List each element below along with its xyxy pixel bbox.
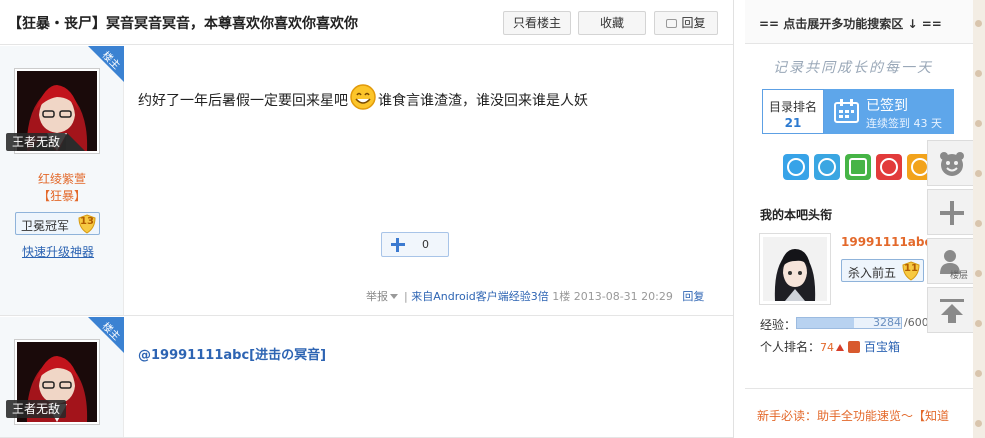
personal-rank: 个人排名：74 百宝箱 bbox=[760, 338, 900, 355]
post-reply-link[interactable]: 回复 bbox=[682, 290, 704, 303]
personal-rank-number: 74 bbox=[820, 341, 835, 354]
divider bbox=[745, 388, 973, 389]
directory-rank-label: 目录排名 bbox=[768, 100, 817, 114]
exp-value: 3284 bbox=[873, 316, 901, 329]
floating-toolbar: 楼层 bbox=[927, 140, 977, 335]
emoji-button[interactable] bbox=[927, 140, 975, 186]
thread-titlebar: 【狂暴・丧尸】冥音冥音冥音，本尊喜欢你喜欢你喜欢你 只看楼主 收藏 回复 bbox=[0, 0, 733, 45]
post-content: @19991111abc[进击の冥音] bbox=[138, 348, 327, 363]
directory-rank-value: 21 bbox=[784, 116, 802, 130]
my-forum-title-heading: 我的本吧头衔 bbox=[760, 208, 833, 222]
member-title: 红绫紫萱 bbox=[37, 172, 86, 186]
favorite-button[interactable]: 收藏 bbox=[578, 11, 646, 35]
signed-days: 连续签到 43 天 bbox=[866, 117, 942, 130]
like-button[interactable]: 0 bbox=[381, 232, 449, 257]
post-author-panel: 王者无敌 楼主 红绫紫萱 【狂暴】 卫冕冠军 13 快速升级神器 bbox=[0, 46, 124, 315]
chevron-down-icon bbox=[390, 294, 398, 299]
star-app-icon[interactable] bbox=[876, 154, 902, 180]
post-text-part1: 约好了一年后暑假一定要回来星吧 bbox=[138, 93, 348, 109]
my-level-number: 11 bbox=[904, 263, 918, 274]
slogan: 记录共同成长的每一天 bbox=[773, 60, 933, 76]
calendar-icon bbox=[834, 99, 859, 123]
like-count: 0 bbox=[422, 238, 429, 251]
signed-label: 已签到 bbox=[866, 98, 908, 114]
post-text-part2: 谁食言谁渣渣，谁没回来谁是人妖 bbox=[378, 93, 588, 109]
plus-icon bbox=[940, 201, 964, 225]
level-badge[interactable]: 卫冕冠军 13 bbox=[15, 212, 100, 235]
page-edge-decoration bbox=[973, 0, 985, 438]
post-meta: 举报 | 来自Android客户端经验3倍 1楼 2013-08-31 20:29… bbox=[366, 288, 704, 304]
search-area-toggle-label: == 点击展开多功能搜索区 ↓ == bbox=[759, 17, 942, 31]
reply-button-label: 回复 bbox=[681, 16, 706, 30]
exp-progress-bar: 3284 bbox=[796, 317, 902, 329]
only-louzhu-button[interactable]: 只看楼主 bbox=[503, 11, 571, 35]
floor-tag-button[interactable]: 楼层 bbox=[927, 238, 975, 284]
thread-main: 【狂暴・丧尸】冥音冥音冥音，本尊喜欢你喜欢你喜欢你 只看楼主 收藏 回复 王者无… bbox=[0, 0, 734, 438]
quick-upgrade-link[interactable]: 快速升级神器 bbox=[22, 243, 94, 260]
report-link[interactable]: 举报 bbox=[366, 290, 388, 303]
rank-up-icon bbox=[836, 344, 845, 351]
post-author-panel: 王者无敌 楼主 bbox=[0, 317, 124, 437]
sign-in-box: 目录排名 21 已签到 连续签到 43 天 bbox=[762, 89, 954, 134]
link-app-icon[interactable] bbox=[814, 154, 840, 180]
signed-in-button[interactable]: 已签到 连续签到 43 天 bbox=[824, 89, 954, 134]
level-name: 卫冕冠军 bbox=[21, 219, 70, 233]
exp-label: 经验： bbox=[760, 318, 797, 332]
newbie-guide-link[interactable]: 新手必读：助手全功能速览～【知道 bbox=[757, 407, 949, 424]
member-group: 【狂暴】 bbox=[37, 189, 86, 203]
face-icon bbox=[940, 152, 964, 176]
arrow-up-icon bbox=[940, 299, 964, 323]
meta-divider: | bbox=[404, 290, 408, 303]
floor-number: 1楼 bbox=[552, 290, 571, 303]
client-source-link[interactable]: 来自Android客户端经验3倍 bbox=[411, 290, 549, 303]
plus-icon bbox=[389, 237, 405, 253]
username[interactable]: 王者无敌 bbox=[6, 400, 67, 418]
username[interactable]: 王者无敌 bbox=[6, 133, 67, 151]
floor-tag-label: 楼层 bbox=[950, 271, 969, 281]
comment-icon bbox=[666, 19, 678, 28]
share-app-icon[interactable] bbox=[783, 154, 809, 180]
search-area-toggle[interactable]: == 点击展开多功能搜索区 ↓ == bbox=[745, 0, 973, 44]
reply-button[interactable]: 回复 bbox=[654, 11, 718, 35]
my-username[interactable]: 19991111abc bbox=[841, 235, 932, 249]
personal-rank-label: 个人排名： bbox=[760, 340, 821, 354]
directory-rank[interactable]: 目录排名 21 bbox=[762, 89, 824, 134]
louzhu-badge: 楼主 bbox=[88, 317, 124, 353]
gift-icon bbox=[848, 341, 861, 353]
back-to-top-button[interactable] bbox=[927, 287, 975, 333]
my-avatar[interactable] bbox=[759, 233, 831, 305]
my-level-name: 杀入前五 bbox=[848, 266, 897, 280]
thread-title: 【狂暴・丧尸】冥音冥音冥音，本尊喜欢你喜欢你喜欢你 bbox=[8, 16, 358, 32]
post-floor-2: 王者无敌 楼主 @19991111abc[进击の冥音] bbox=[0, 317, 733, 438]
bbs-app-icon[interactable] bbox=[845, 154, 871, 180]
post-content: 约好了一年后暑假一定要回来星吧 谁食言谁渣渣，谁没回来谁是人妖 bbox=[138, 83, 588, 111]
treasure-box-link[interactable]: 百宝箱 bbox=[864, 340, 900, 354]
level-number: 13 bbox=[80, 216, 94, 227]
post-floor-1: 王者无敌 楼主 红绫紫萱 【狂暴】 卫冕冠军 13 快速升级神器 约好了一年后暑… bbox=[0, 46, 733, 316]
add-button[interactable] bbox=[927, 189, 975, 235]
post-time: 2013-08-31 20:29 bbox=[573, 290, 673, 303]
my-level-badge[interactable]: 杀入前五 11 bbox=[841, 259, 924, 282]
smiley-icon bbox=[349, 83, 377, 111]
my-avatar-image bbox=[763, 237, 827, 301]
louzhu-badge: 楼主 bbox=[88, 46, 124, 82]
